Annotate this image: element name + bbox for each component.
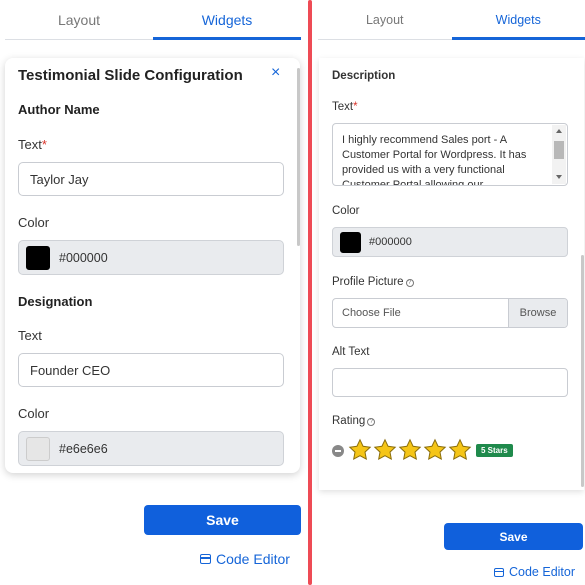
card-title: Testimonial Slide Configuration <box>18 67 243 84</box>
scroll-up-icon[interactable] <box>556 129 562 133</box>
description-textarea[interactable]: I highly recommend Sales port - A Custom… <box>332 123 568 186</box>
code-editor-icon-right <box>494 567 504 577</box>
star-rating[interactable] <box>348 438 473 462</box>
star-icon[interactable] <box>423 438 447 462</box>
code-editor-label-right: Code Editor <box>509 565 576 579</box>
star-icon[interactable] <box>348 438 372 462</box>
code-editor-link-right[interactable]: Code Editor <box>494 565 575 579</box>
testimonial-config-card: Testimonial Slide Configuration × Author… <box>5 58 300 473</box>
description-color-value: #000000 <box>369 236 412 248</box>
required-mark-right: * <box>353 101 358 113</box>
choose-file-field[interactable]: Choose File <box>333 299 508 327</box>
designation-color-label: Color <box>18 406 50 421</box>
author-text-label: Text* <box>18 137 47 152</box>
designation-color-value: #e6e6e6 <box>59 441 108 456</box>
description-color-swatch[interactable] <box>340 231 361 253</box>
profile-picture-file-input[interactable]: Choose File Browse <box>332 298 568 328</box>
info-icon: ? <box>405 279 414 287</box>
panel-divider <box>308 0 312 585</box>
author-color-label: Color <box>18 215 50 230</box>
code-editor-icon <box>200 554 211 564</box>
code-editor-label: Code Editor <box>216 551 290 567</box>
profile-picture-label: Profile Picture? <box>332 276 414 288</box>
save-button[interactable]: Save <box>144 505 301 535</box>
designation-text-label: Text <box>18 328 42 343</box>
designation-text-input[interactable]: Founder CEO <box>18 353 284 387</box>
star-icon[interactable] <box>448 438 472 462</box>
card-scrollbar[interactable] <box>297 68 300 246</box>
description-text: I highly recommend Sales port - A Custom… <box>342 134 527 186</box>
textarea-scrollbar[interactable] <box>552 125 566 184</box>
author-name-heading: Author Name <box>18 102 100 117</box>
info-icon-rating: ? <box>367 418 376 426</box>
description-heading: Description <box>332 70 396 82</box>
textarea-scroll-thumb[interactable] <box>554 141 564 159</box>
tab-layout[interactable]: Layout <box>5 0 153 39</box>
right-tab-bar: Layout Widgets <box>318 0 585 40</box>
scroll-down-icon[interactable] <box>556 175 562 179</box>
profile-picture-label-text: Profile Picture <box>332 276 404 288</box>
description-text-label-text: Text <box>332 101 354 113</box>
rating-label-text: Rating <box>332 415 366 427</box>
designation-text-value: Founder CEO <box>30 362 111 378</box>
code-editor-link[interactable]: Code Editor <box>200 551 290 567</box>
alt-text-label: Alt Text <box>332 346 370 358</box>
browse-button[interactable]: Browse <box>508 299 567 327</box>
save-button-right[interactable]: Save <box>444 523 583 550</box>
left-tab-bar: Layout Widgets <box>5 0 301 40</box>
tab-layout-right[interactable]: Layout <box>318 0 452 39</box>
author-text-label-text: Text <box>18 137 42 152</box>
designation-heading: Designation <box>18 294 93 309</box>
tab-widgets[interactable]: Widgets <box>153 0 301 40</box>
star-icon[interactable] <box>373 438 397 462</box>
designation-color-swatch[interactable] <box>26 436 50 461</box>
clear-rating-icon[interactable] <box>332 445 344 457</box>
tab-widgets-right[interactable]: Widgets <box>451 0 585 40</box>
author-text-value: Taylor Jay <box>30 171 89 187</box>
author-text-input[interactable]: Taylor Jay <box>18 162 284 196</box>
close-icon[interactable]: × <box>271 64 280 82</box>
description-color-picker[interactable]: #000000 <box>332 227 568 257</box>
star-icon[interactable] <box>398 438 422 462</box>
description-color-label: Color <box>332 205 360 217</box>
author-color-value: #000000 <box>59 250 108 265</box>
alt-text-input[interactable] <box>332 368 568 397</box>
required-mark: * <box>41 137 47 152</box>
author-color-swatch[interactable] <box>26 245 50 270</box>
author-color-picker[interactable]: #000000 <box>18 240 284 275</box>
rating-badge: 5 Stars <box>476 444 513 457</box>
rating-label: Rating? <box>332 415 376 427</box>
right-panel-scrollbar[interactable] <box>581 255 584 487</box>
designation-color-picker[interactable]: #e6e6e6 <box>18 431 284 466</box>
description-text-label: Text* <box>332 101 358 113</box>
